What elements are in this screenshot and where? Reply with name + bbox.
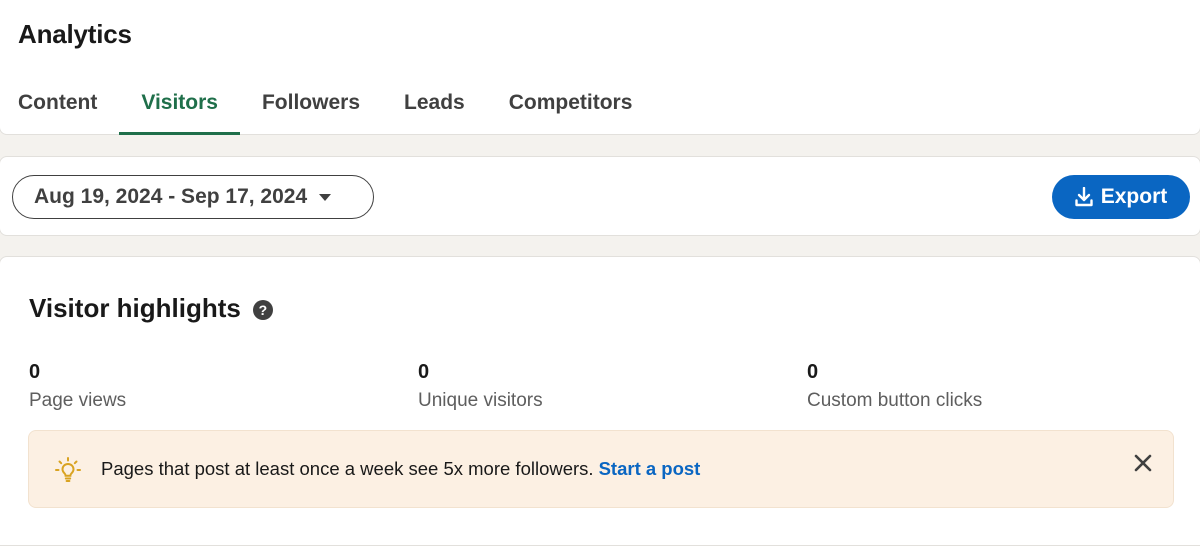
tip-banner: Pages that post at least once a week see… — [28, 430, 1174, 508]
export-button[interactable]: Export — [1052, 175, 1190, 219]
tab-followers[interactable]: Followers — [240, 71, 382, 134]
section-heading: Visitor highlights ? — [29, 293, 273, 324]
metric-custom-button-clicks: 0 Custom button clicks — [807, 361, 982, 412]
export-label: Export — [1100, 185, 1168, 208]
metric-value: 0 — [29, 361, 41, 383]
filter-bar: Aug 19, 2024 - Sep 17, 2024 Export — [0, 156, 1200, 236]
section-title: Visitor highlights — [29, 293, 241, 323]
analytics-header: Analytics Content Visitors Followers Lea… — [0, 0, 1200, 135]
close-icon — [1134, 454, 1152, 472]
tab-competitors[interactable]: Competitors — [487, 71, 655, 134]
tab-content[interactable]: Content — [0, 71, 119, 134]
tab-leads[interactable]: Leads — [382, 71, 487, 134]
metric-value: 0 — [418, 361, 430, 383]
metric-value: 0 — [807, 361, 819, 383]
tip-text-wrapper: Pages that post at least once a week see… — [101, 458, 700, 480]
tip-text: Pages that post at least once a week see… — [101, 458, 594, 479]
page-title: Analytics — [18, 19, 132, 49]
metric-unique-visitors: 0 Unique visitors — [418, 361, 543, 412]
close-banner-button[interactable] — [1129, 449, 1157, 477]
visitor-highlights-card: Visitor highlights ? 0 Page views 0 Uniq… — [0, 256, 1200, 546]
metric-page-views: 0 Page views — [29, 361, 126, 412]
metric-label: Custom button clicks — [807, 390, 983, 411]
caret-down-icon — [319, 193, 332, 201]
download-icon — [1075, 187, 1093, 207]
lightbulb-icon — [53, 455, 83, 490]
date-range-label: Aug 19, 2024 - Sep 17, 2024 — [34, 185, 308, 208]
help-icon[interactable]: ? — [252, 299, 273, 320]
analytics-tabs: Content Visitors Followers Leads Competi… — [0, 71, 654, 135]
metric-label: Unique visitors — [418, 390, 543, 411]
date-range-dropdown[interactable]: Aug 19, 2024 - Sep 17, 2024 — [12, 175, 374, 219]
tab-visitors[interactable]: Visitors — [119, 71, 240, 135]
metric-label: Page views — [29, 390, 127, 411]
start-a-post-link[interactable]: Start a post — [599, 458, 701, 479]
